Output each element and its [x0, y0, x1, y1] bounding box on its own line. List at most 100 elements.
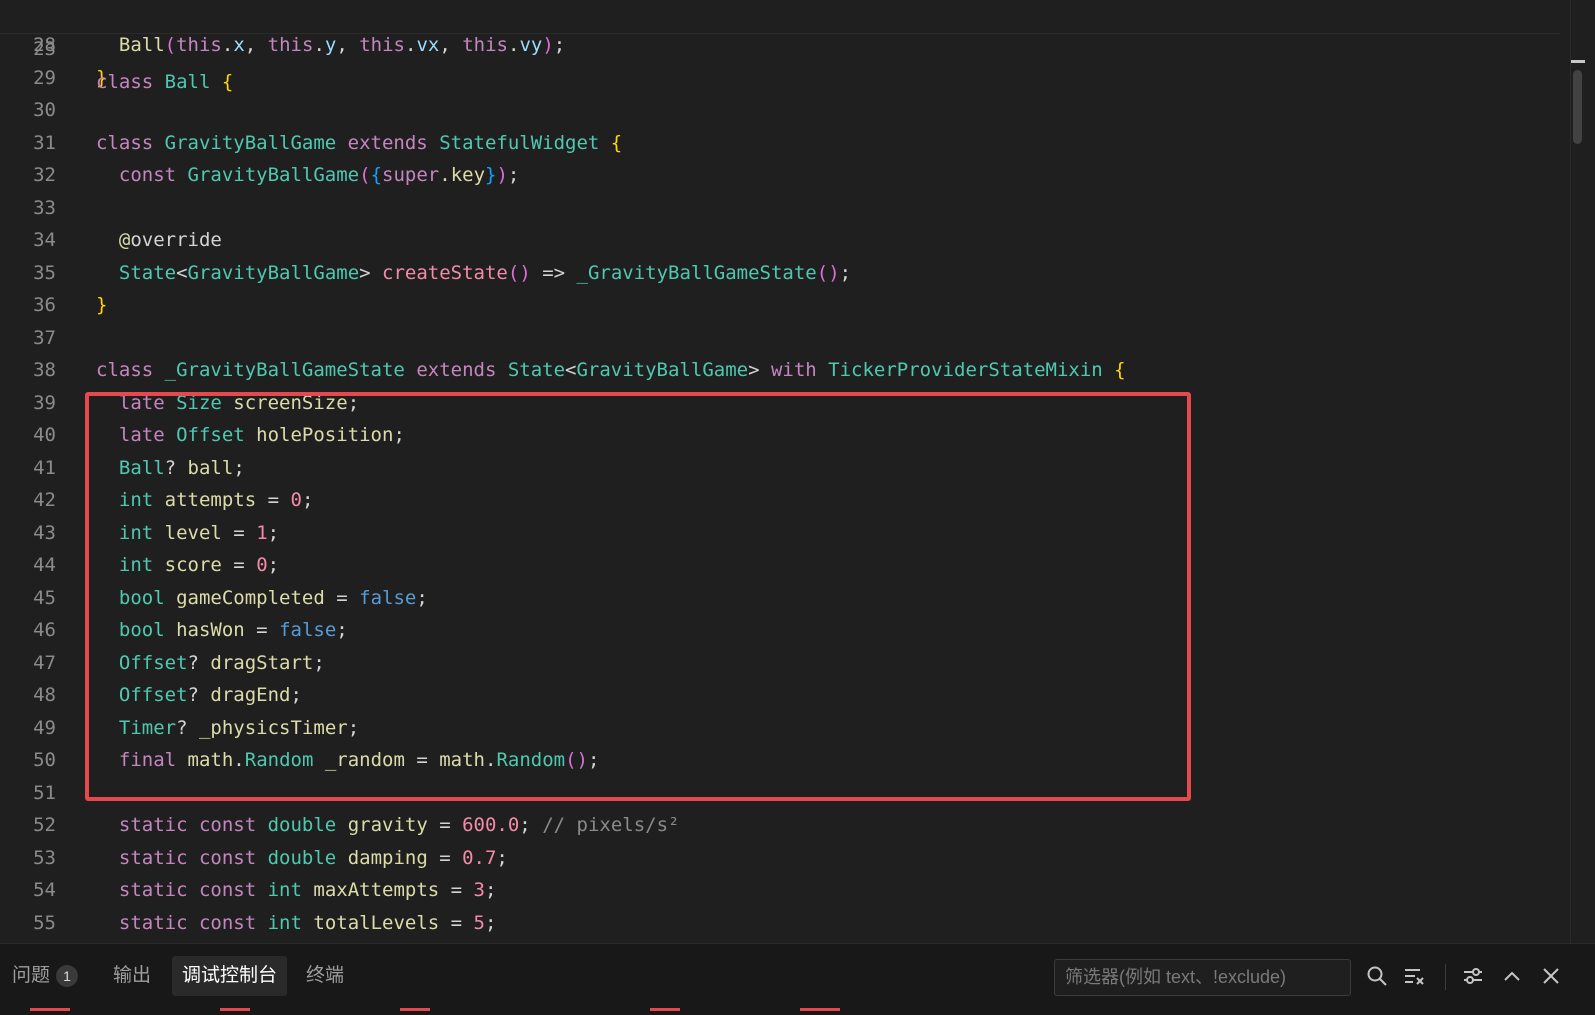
- filter-input[interactable]: 筛选器(例如 text、!exclude): [1054, 959, 1351, 996]
- code-token: with: [770, 359, 829, 381]
- code-text: static const double damping = 0.7;: [96, 842, 508, 875]
- code-token: key: [450, 164, 486, 186]
- code-token: <: [565, 359, 577, 381]
- code-token: // pixels/s²: [542, 814, 680, 836]
- line-number: 32: [33, 164, 56, 186]
- search-icon[interactable]: [1363, 962, 1391, 990]
- code-token: this: [359, 34, 405, 56]
- tab-terminal-label: 终端: [306, 965, 345, 986]
- line-number: 45: [33, 586, 56, 609]
- code-token: int: [267, 879, 314, 901]
- code-token: StatefulWidget: [439, 131, 611, 154]
- code-token: <: [176, 261, 188, 284]
- code-token: {: [370, 164, 383, 186]
- chevron-up-icon[interactable]: [1498, 962, 1526, 990]
- code-text: class GravityBallGame extends StatefulWi…: [96, 127, 622, 160]
- tab-problems-label: 问题: [12, 965, 51, 986]
- code-token: (): [507, 261, 531, 284]
- code-token: (: [164, 34, 177, 56]
- close-icon[interactable]: [1537, 962, 1565, 990]
- code-token: State: [507, 359, 566, 381]
- settings-sliders-icon[interactable]: [1459, 962, 1487, 990]
- code-token: {: [221, 71, 234, 93]
- code-token: vy: [519, 34, 543, 56]
- code-token: ): [542, 34, 554, 56]
- clear-console-icon[interactable]: [1400, 962, 1428, 990]
- code-text: State<GravityBallGame> createState() => …: [96, 257, 851, 290]
- line-number: 34: [33, 229, 56, 251]
- bottom-panel: 问题 1 输出 调试控制台 终端 筛选器(例如 text、!exclude): [0, 943, 1595, 1015]
- code-token: ;: [496, 846, 508, 869]
- code-text: static const int totalLevels = 5;: [96, 907, 497, 940]
- line-number: 48: [33, 684, 56, 706]
- code-token: y: [324, 34, 337, 56]
- code-token: .: [313, 34, 325, 56]
- code-token: GravityBallGame: [576, 359, 749, 381]
- highlight-annotation-box: [85, 392, 1191, 801]
- code-token: =: [439, 911, 474, 934]
- code-token: .: [221, 34, 234, 56]
- code-token: ,: [439, 34, 463, 56]
- code-token: this: [176, 34, 222, 56]
- code-text: static const double gravity = 600.0; // …: [96, 809, 680, 842]
- code-token: ,: [336, 34, 360, 56]
- line-number: 53: [33, 846, 56, 869]
- code-editor[interactable]: 23 class Ball { 28 Ball(this.x, this.y, …: [0, 0, 1595, 943]
- code-token: this: [267, 34, 314, 56]
- code-token: GravityBallGame: [187, 261, 360, 284]
- code-token: (): [816, 261, 840, 284]
- code-token: @: [118, 229, 131, 251]
- code-token: static const: [118, 846, 268, 869]
- sticky-scroll-header[interactable]: 23 class Ball {: [0, 0, 1560, 93]
- scrollbar-thumb[interactable]: [1573, 70, 1582, 144]
- code-token: createState: [382, 261, 508, 284]
- code-token: ;: [839, 261, 852, 284]
- code-token: .: [508, 34, 520, 56]
- line-number: 36: [33, 294, 56, 316]
- code-token: .: [405, 34, 417, 56]
- console-output-glimpse: [0, 1008, 900, 1014]
- tab-terminal[interactable]: 终端: [296, 956, 354, 996]
- code-token: Ball: [118, 34, 165, 56]
- line-number: 42: [33, 489, 56, 511]
- code-token: TickerProviderStateMixin: [828, 359, 1115, 381]
- code-token: class: [96, 359, 165, 381]
- line-number: 41: [33, 456, 56, 479]
- code-token: {: [1114, 359, 1126, 381]
- vertical-scrollbar[interactable]: [1570, 0, 1585, 943]
- code-token: =: [439, 879, 474, 901]
- tab-output[interactable]: 输出: [103, 956, 161, 996]
- code-token: class: [96, 131, 165, 154]
- line-number: 23: [33, 38, 56, 60]
- code-text: }: [96, 289, 107, 322]
- code-token: ): [496, 164, 508, 186]
- code-token: class: [96, 71, 165, 93]
- code-token: static const: [118, 879, 268, 901]
- code-text: class _GravityBallGameState extends Stat…: [96, 354, 1126, 387]
- problems-count-badge: 1: [56, 964, 79, 987]
- code-text: @override: [96, 224, 222, 257]
- tab-problems[interactable]: 问题 1: [2, 956, 88, 996]
- code-token: override: [130, 229, 222, 251]
- code-token: super: [382, 164, 440, 186]
- code-token: const: [118, 164, 188, 186]
- code-token: {: [610, 131, 623, 154]
- code-text: class Ball {: [96, 66, 233, 99]
- line-number: 46: [33, 619, 56, 641]
- code-token: >: [359, 261, 383, 284]
- code-token: =: [427, 814, 463, 836]
- code-text: static const int maxAttempts = 3;: [96, 874, 497, 907]
- code-token: x: [233, 34, 245, 56]
- code-token: State: [118, 261, 177, 284]
- code-token: }: [96, 294, 108, 316]
- code-token: _GravityBallGameState: [576, 261, 817, 284]
- tab-debug-console[interactable]: 调试控制台: [172, 956, 288, 996]
- code-token: 600.0: [462, 814, 520, 836]
- line-number: 44: [33, 554, 56, 576]
